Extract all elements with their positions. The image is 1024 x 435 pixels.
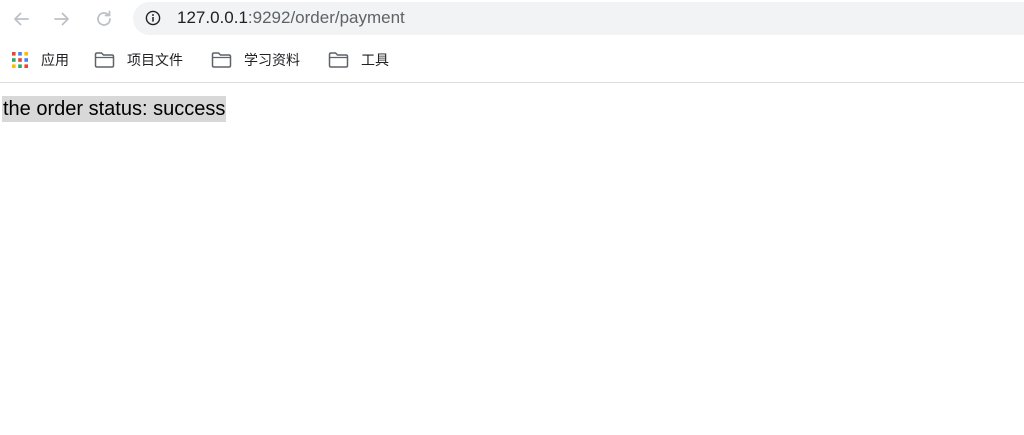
bookmark-folder-project-files[interactable]: 项目文件: [94, 49, 183, 71]
bookmark-label: 工具: [361, 53, 389, 69]
bookmark-folder-tools[interactable]: 工具: [328, 49, 389, 71]
bookmark-label: 学习资料: [244, 53, 300, 69]
reload-button[interactable]: [92, 7, 116, 31]
bookmark-label: 应用: [41, 53, 69, 69]
apps-grid-icon: [12, 52, 28, 68]
folder-icon: [328, 52, 349, 68]
folder-icon: [94, 52, 115, 68]
bookmark-folder-study-materials[interactable]: 学习资料: [211, 49, 300, 71]
url-path: :9292/order/payment: [247, 8, 405, 27]
arrow-left-icon: [14, 12, 29, 26]
url-host: 127.0.0.1: [177, 8, 248, 27]
address-bar[interactable]: 127.0.0.1:9292/order/payment: [133, 2, 1024, 35]
folder-icon: [211, 52, 232, 68]
url-text[interactable]: 127.0.0.1:9292/order/payment: [177, 8, 405, 28]
page-content: the order status: success: [0, 84, 1024, 435]
bookmark-label: 项目文件: [127, 53, 183, 69]
reload-icon: [97, 10, 111, 26]
bookmark-apps[interactable]: 应用: [11, 49, 69, 71]
info-icon[interactable]: [145, 10, 161, 26]
forward-button[interactable]: [50, 7, 74, 31]
arrow-right-icon: [54, 12, 69, 26]
back-button[interactable]: [9, 7, 33, 31]
bookmarks-bar: 应用 项目文件 学习资料 工具: [0, 40, 1024, 83]
browser-toolbar: 127.0.0.1:9292/order/payment: [0, 0, 1024, 38]
order-status-text: the order status: success: [2, 96, 227, 122]
